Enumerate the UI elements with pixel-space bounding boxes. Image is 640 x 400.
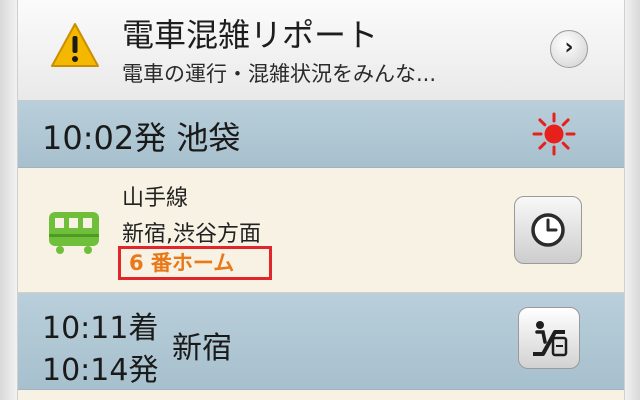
- left-edge: [0, 0, 18, 400]
- congestion-report-banner[interactable]: 電車混雑リポート 電車の運行・混雑状況をみんな... ›: [18, 0, 624, 101]
- arrival-row: 10:11着 10:14発 新宿: [18, 293, 624, 390]
- warning-triangle-icon: [51, 23, 99, 67]
- sun-icon: [532, 112, 576, 156]
- right-edge: [624, 0, 640, 400]
- line-name: 山手線: [122, 186, 189, 211]
- train-icon: [49, 212, 99, 254]
- next-departure-time: 10:14発: [42, 353, 159, 388]
- clock-icon: [531, 213, 565, 247]
- departure-header: 10:02発 池袋: [18, 101, 624, 168]
- platform-number: 6 番ホーム: [118, 246, 272, 280]
- report-subtitle: 電車の運行・混雑状況をみんな...: [122, 62, 437, 86]
- line-direction: 新宿,渋谷方面: [122, 222, 261, 247]
- app-frame: 電車混雑リポート 電車の運行・混雑状況をみんな... › 10:02発 池袋 山…: [18, 0, 624, 400]
- train-line-row: 山手線 新宿,渋谷方面 6 番ホーム: [18, 168, 624, 293]
- chevron-right-button[interactable]: ›: [550, 30, 588, 68]
- arrival-time: 10:11着: [42, 311, 159, 346]
- departure-time-station: 10:02発 池袋: [42, 119, 241, 157]
- arrival-station: 新宿: [172, 331, 232, 366]
- transfer-guide-button[interactable]: [518, 307, 580, 369]
- escalator-transfer-icon: [533, 321, 568, 357]
- timetable-button[interactable]: [514, 196, 582, 264]
- report-title: 電車混雑リポート: [122, 16, 379, 54]
- next-row-peek: [18, 390, 624, 400]
